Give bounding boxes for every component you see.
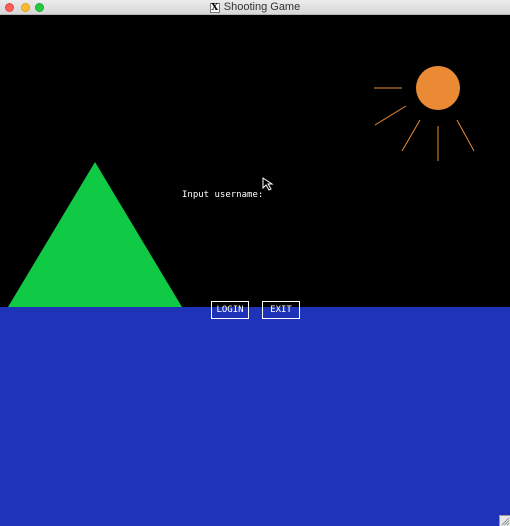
sun-ray <box>374 105 407 126</box>
sun-ray <box>456 119 475 152</box>
sun-circle <box>416 66 460 110</box>
title-bar: X Shooting Game <box>0 0 510 15</box>
window-title: Shooting Game <box>223 1 301 13</box>
resize-grip-icon[interactable] <box>499 515 510 526</box>
mountain-triangle <box>8 162 182 307</box>
scene-drawing <box>8 66 475 307</box>
sun-ray <box>401 119 421 152</box>
sea-background <box>0 307 510 526</box>
exit-button[interactable]: EXIT <box>262 301 300 319</box>
username-prompt: Input username: <box>182 190 264 200</box>
title-group: X Shooting Game <box>0 0 510 15</box>
x11-icon: X <box>209 2 220 13</box>
game-window: X Shooting Game Input username: LOGIN EX… <box>0 0 510 526</box>
login-button[interactable]: LOGIN <box>211 301 249 319</box>
mouse-cursor-icon <box>262 177 274 191</box>
